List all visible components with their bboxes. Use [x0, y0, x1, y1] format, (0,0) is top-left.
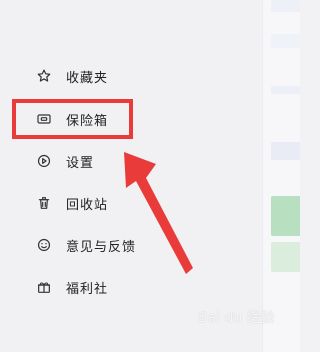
watermark-text: Bai du 经验: [198, 310, 275, 326]
pointer-arrow: [124, 152, 193, 274]
app-screen: 收藏夹 保险箱 设置 回收站 意见与反馈 福利社 Bai du 经验: [0, 0, 300, 352]
